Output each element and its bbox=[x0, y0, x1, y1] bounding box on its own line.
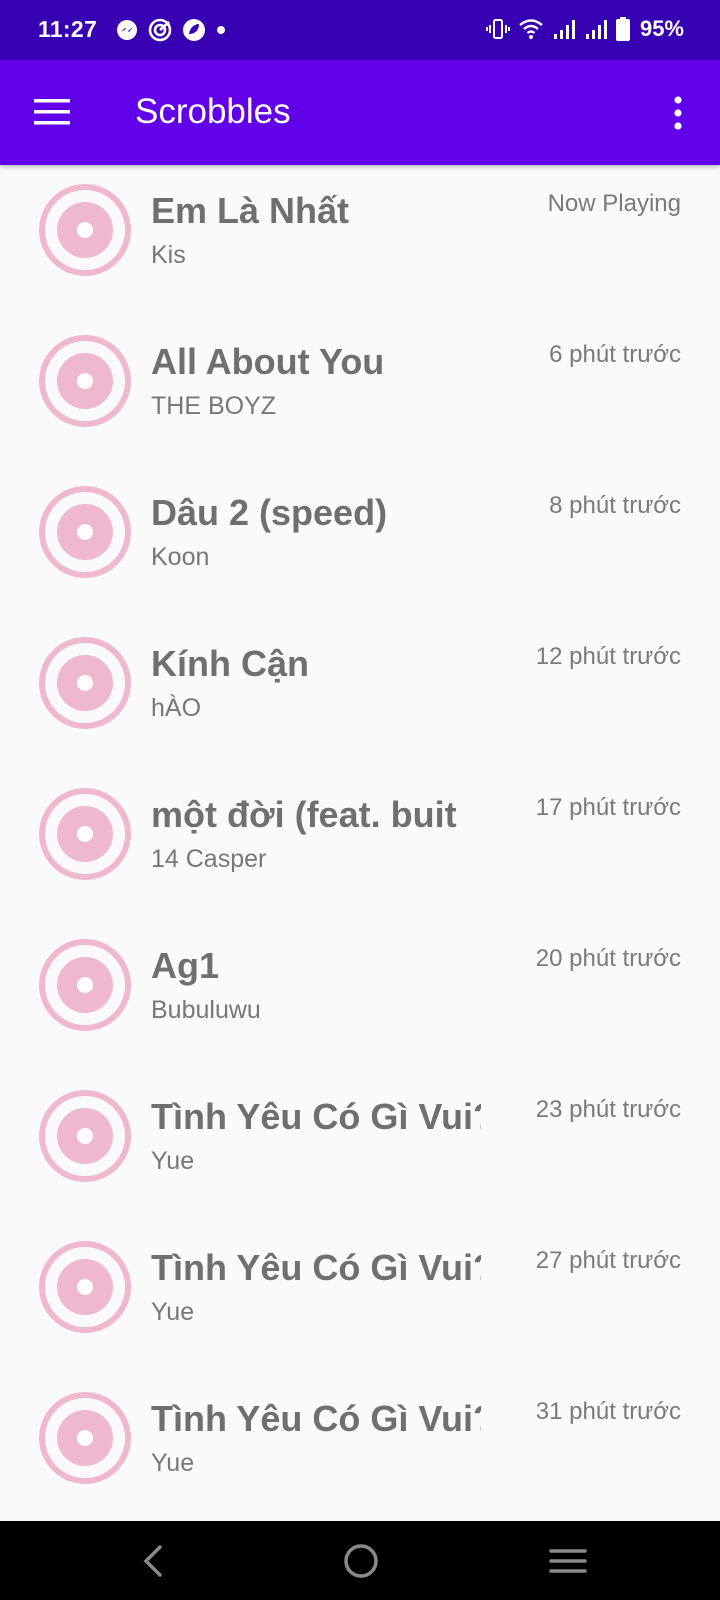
list-item[interactable]: Dâu 2 (speed) Koon 8 phút trước bbox=[0, 467, 720, 618]
scrobble-time: 8 phút trước bbox=[549, 492, 681, 519]
artist-name: Koon bbox=[151, 543, 210, 571]
track-name: Tình Yêu Có Gì Vui? bbox=[151, 1096, 481, 1137]
artist-name: Yue bbox=[151, 1147, 195, 1175]
artist-name: Yue bbox=[151, 1298, 195, 1326]
track-name: Em Là Nhất bbox=[151, 190, 350, 231]
list-item[interactable]: Tình Yêu Có Gì Vui? Yue 27 phút trước bbox=[0, 1222, 720, 1373]
signal-icon bbox=[585, 20, 607, 39]
track-name: Kính Cận bbox=[151, 643, 309, 684]
track-name: All About You bbox=[151, 341, 385, 382]
scrobble-time: 23 phút trước bbox=[535, 1096, 681, 1123]
artist-name: 14 Casper bbox=[151, 845, 267, 873]
status-time: 11:27 bbox=[38, 16, 98, 42]
navigation-bar bbox=[0, 1521, 720, 1600]
list-item[interactable]: Tình Yêu Có Gì Vui? Yue 31 phút trước bbox=[0, 1373, 720, 1521]
scrobble-list[interactable]: Em Là Nhất Kis Now Playing All About You THE… bbox=[0, 165, 720, 1521]
album-disc-icon bbox=[39, 1241, 131, 1333]
back-icon[interactable] bbox=[132, 1539, 176, 1583]
battery-percentage: 95% bbox=[639, 16, 684, 41]
track-name: Tình Yêu Có Gì Vui? bbox=[151, 1398, 481, 1439]
album-disc-icon bbox=[39, 1090, 131, 1182]
artist-name: Kis bbox=[151, 241, 186, 269]
dot-icon bbox=[217, 26, 225, 34]
system-status-icons: 95% bbox=[485, 16, 684, 42]
hamburger-menu-icon[interactable] bbox=[34, 97, 70, 127]
recents-icon[interactable] bbox=[546, 1539, 590, 1583]
wifi-icon bbox=[519, 19, 543, 39]
notification-icons bbox=[116, 18, 226, 42]
track-name: một đời (feat. buit bbox=[151, 794, 457, 835]
scrobble-time: 31 phút trước bbox=[535, 1398, 681, 1425]
album-disc-icon bbox=[39, 184, 131, 276]
signal-icon bbox=[553, 20, 575, 39]
album-disc-icon bbox=[39, 637, 131, 729]
target-app-icon bbox=[148, 18, 172, 42]
status-bar: 11:27 95% bbox=[0, 0, 720, 60]
album-disc-icon bbox=[39, 1392, 131, 1484]
home-icon[interactable] bbox=[339, 1539, 383, 1583]
leaf-icon bbox=[183, 19, 205, 41]
artist-name: Yue bbox=[151, 1449, 195, 1477]
album-disc-icon bbox=[39, 939, 131, 1031]
scrobble-time: 27 phút trước bbox=[535, 1247, 681, 1274]
page-title: Scrobbles bbox=[135, 92, 291, 131]
list-item[interactable]: một đời (feat. buit 14 Casper 17 phút trướ… bbox=[0, 769, 720, 920]
artist-name: THE BOYZ bbox=[151, 392, 277, 420]
scrobble-time: 12 phút trước bbox=[535, 643, 681, 670]
list-item[interactable]: Kính Cận hÀO 12 phút trước bbox=[0, 618, 720, 769]
messenger-icon bbox=[117, 20, 137, 40]
list-item[interactable]: Tình Yêu Có Gì Vui? Yue 23 phút trước bbox=[0, 1071, 720, 1222]
album-disc-icon bbox=[39, 788, 131, 880]
track-name: Dâu 2 (speed) bbox=[151, 492, 388, 533]
list-item[interactable]: Em Là Nhất Kis Now Playing bbox=[0, 165, 720, 316]
scrobble-time: 20 phút trước bbox=[535, 945, 681, 972]
app-bar: Scrobbles bbox=[0, 60, 720, 165]
vibrate-icon bbox=[485, 19, 510, 39]
track-name: Ag1 bbox=[151, 945, 220, 986]
album-disc-icon bbox=[39, 335, 131, 427]
track-name: Tình Yêu Có Gì Vui? bbox=[151, 1247, 481, 1288]
list-item[interactable]: Ag1 Bubuluwu 20 phút trước bbox=[0, 920, 720, 1071]
artist-name: hÀO bbox=[151, 694, 202, 722]
battery-icon bbox=[615, 17, 630, 41]
scrobble-time: 6 phút trước bbox=[549, 341, 681, 368]
album-disc-icon bbox=[39, 486, 131, 578]
scrobble-time: 17 phút trước bbox=[535, 794, 681, 821]
artist-name: Bubuluwu bbox=[151, 996, 261, 1024]
scrobble-time: Now Playing bbox=[547, 190, 681, 217]
list-item[interactable]: All About You THE BOYZ 6 phút trước bbox=[0, 316, 720, 467]
more-vert-icon[interactable] bbox=[672, 96, 684, 130]
